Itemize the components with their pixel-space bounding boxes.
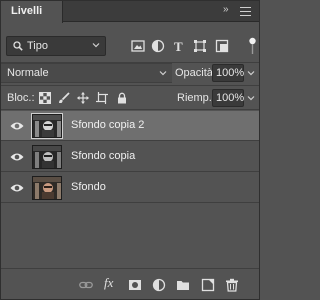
layers-footer-toolbar: fx bbox=[1, 268, 259, 299]
image-filter-icon[interactable] bbox=[131, 39, 145, 53]
panel-menu-icon[interactable] bbox=[240, 7, 251, 16]
collapse-panel-button[interactable]: » bbox=[223, 4, 228, 15]
lock-image-pixels-icon[interactable] bbox=[58, 92, 70, 104]
shape-filter-icon[interactable] bbox=[193, 39, 207, 53]
layer-row-sfondo-copia-2[interactable]: Sfondo copia 2 bbox=[1, 111, 259, 141]
layer-row-sfondo-copia[interactable]: Sfondo copia bbox=[1, 142, 259, 172]
chevron-down-icon bbox=[159, 71, 167, 76]
adjustment-filter-icon[interactable] bbox=[151, 39, 165, 53]
tab-livelli[interactable]: Livelli bbox=[1, 1, 63, 23]
trash-icon[interactable] bbox=[225, 278, 239, 292]
fill-value: 100% bbox=[216, 92, 245, 104]
fill-label: Riemp.: bbox=[177, 92, 215, 104]
svg-text:T: T bbox=[174, 39, 183, 53]
lock-all-icon[interactable] bbox=[116, 92, 128, 104]
layer-name[interactable]: Sfondo copia 2 bbox=[71, 119, 144, 131]
layer-thumbnail bbox=[31, 113, 63, 139]
fill-chevron-icon[interactable] bbox=[247, 94, 255, 102]
chevron-down-icon bbox=[92, 43, 100, 48]
thumbnail-image-icon bbox=[33, 115, 61, 137]
new-layer-icon[interactable] bbox=[201, 278, 215, 292]
filter-toggle-switch[interactable] bbox=[249, 37, 256, 55]
fill-input[interactable]: 100% bbox=[212, 89, 244, 107]
search-icon bbox=[13, 41, 23, 51]
eye-visibility-icon[interactable] bbox=[10, 121, 24, 131]
layer-mask-icon[interactable] bbox=[128, 278, 142, 292]
layer-name[interactable]: Sfondo copia bbox=[71, 150, 135, 162]
link-layers-icon[interactable] bbox=[79, 278, 93, 292]
layer-name[interactable]: Sfondo bbox=[71, 181, 106, 193]
adjustment-layer-icon[interactable] bbox=[152, 278, 166, 292]
lock-transparent-pixels-icon[interactable] bbox=[39, 92, 51, 104]
filter-kind-dropdown[interactable]: Tipo bbox=[6, 36, 106, 56]
opacity-input[interactable]: 100% bbox=[212, 64, 244, 82]
opacity-chevron-icon[interactable] bbox=[247, 69, 255, 77]
blend-mode-dropdown[interactable]: Normale bbox=[1, 63, 172, 83]
panel-header: Livelli » bbox=[1, 1, 259, 23]
layer-row-sfondo[interactable]: Sfondo bbox=[1, 173, 259, 203]
group-folder-icon[interactable] bbox=[176, 278, 190, 292]
layer-style-fx-button[interactable]: fx bbox=[104, 275, 122, 290]
blend-mode-value: Normale bbox=[7, 67, 49, 79]
thumbnail-image-icon bbox=[33, 146, 61, 168]
layers-panel: Livelli » Tipo T Normale Opacità: 100% B… bbox=[0, 0, 260, 300]
opacity-label: Opacità: bbox=[175, 67, 216, 79]
lock-position-icon[interactable] bbox=[77, 92, 89, 104]
lock-label: Bloc.: bbox=[7, 92, 35, 104]
eye-visibility-icon[interactable] bbox=[10, 152, 24, 162]
thumbnail-image-icon bbox=[33, 177, 61, 199]
opacity-value: 100% bbox=[216, 67, 245, 79]
filter-kind-label: Tipo bbox=[27, 40, 48, 52]
eye-visibility-icon[interactable] bbox=[10, 183, 24, 193]
layer-thumbnail bbox=[32, 145, 62, 169]
text-filter-icon[interactable]: T bbox=[172, 39, 186, 53]
layer-thumbnail bbox=[32, 176, 62, 200]
layers-list: Sfondo copia 2 Sfondo copia Sfondo bbox=[1, 110, 259, 270]
lock-artboard-icon[interactable] bbox=[96, 92, 108, 104]
divider bbox=[1, 85, 259, 86]
smart-object-filter-icon[interactable] bbox=[215, 39, 229, 53]
